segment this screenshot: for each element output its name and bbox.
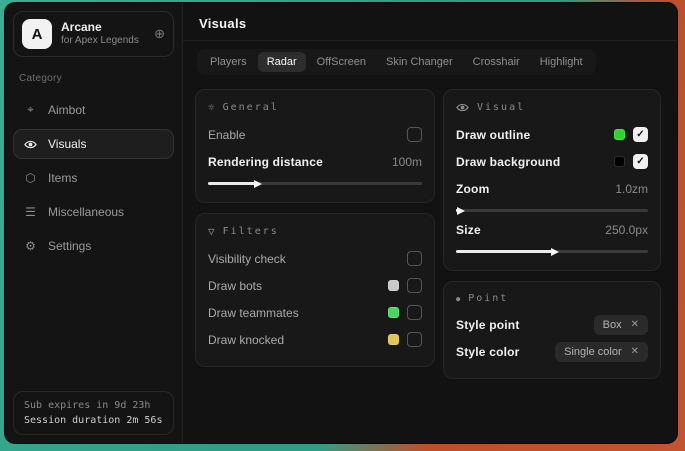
zoom-row: Zoom 1.0zm (456, 177, 648, 200)
size-slider[interactable] (456, 250, 648, 253)
general-icon: ☼ (208, 101, 215, 114)
sliders-icon: ☰ (23, 205, 38, 219)
draw-bots-row: Draw bots (208, 274, 422, 297)
rendering-distance-value: 100m (392, 155, 422, 169)
funnel-icon: ▽ (208, 225, 215, 238)
sidebar-item-label: Settings (48, 239, 91, 253)
point-icon: ● (456, 295, 460, 303)
slider-thumb[interactable] (254, 180, 262, 188)
draw-teammates-color-swatch[interactable] (388, 307, 399, 318)
tab-players[interactable]: Players (201, 52, 256, 72)
style-color-row: Style color Single color ✕ (456, 340, 648, 363)
style-point-label: Style point (456, 318, 520, 332)
visibility-check-checkbox[interactable] (407, 251, 422, 266)
tab-radar[interactable]: Radar (258, 52, 306, 72)
sidebar-item-visuals[interactable]: Visuals (13, 129, 174, 159)
zoom-label: Zoom (456, 182, 489, 196)
subscription-info-card: Sub expires in 9d 23h Session duration 2… (13, 391, 174, 435)
draw-knocked-row: Draw knocked (208, 328, 422, 351)
draw-teammates-row: Draw teammates (208, 301, 422, 324)
zoom-slider[interactable] (456, 209, 648, 212)
panel-title: Point (468, 293, 508, 304)
brand-card: A Arcane for Apex Legends ⊕ (13, 11, 174, 57)
style-point-row: Style point Box ✕ (456, 313, 648, 336)
draw-teammates-checkbox[interactable] (407, 305, 422, 320)
sidebar-item-label: Aimbot (48, 103, 85, 117)
draw-bots-color-swatch[interactable] (388, 280, 399, 291)
slider-thumb[interactable] (551, 248, 559, 256)
style-point-select[interactable]: Box ✕ (594, 315, 648, 335)
zoom-value: 1.0zm (615, 182, 648, 196)
rendering-distance-slider[interactable] (208, 182, 422, 185)
sidebar-item-label: Items (48, 171, 77, 185)
app-logo: A (22, 19, 52, 49)
category-label: Category (19, 73, 168, 84)
tab-skin-changer[interactable]: Skin Changer (377, 52, 462, 72)
panel-title: Visual (477, 102, 525, 113)
eye-icon (23, 138, 38, 151)
sidebar-item-miscellaneous[interactable]: ☰ Miscellaneous (13, 197, 174, 227)
draw-outline-color-swatch[interactable] (614, 129, 625, 140)
sidebar-item-items[interactable]: ⬡ Items (13, 163, 174, 193)
tab-highlight[interactable]: Highlight (531, 52, 592, 72)
target-icon[interactable]: ⊕ (154, 26, 165, 42)
app-window: A Arcane for Apex Legends ⊕ Category ⌖ A… (4, 2, 678, 444)
visual-panel: Visual Draw outline Draw background (443, 89, 661, 271)
crosshair-icon: ⌖ (23, 102, 38, 117)
page-title: Visuals (199, 16, 661, 31)
style-color-label: Style color (456, 345, 520, 359)
size-row: Size 250.0px (456, 218, 648, 241)
size-value: 250.0px (605, 223, 648, 237)
sidebar: A Arcane for Apex Legends ⊕ Category ⌖ A… (5, 3, 183, 443)
app-subtitle: for Apex Legends (61, 35, 145, 48)
panel-title: Filters (223, 226, 279, 237)
cube-icon: ⬡ (23, 171, 38, 185)
style-point-chip-value: Box (603, 319, 622, 331)
slider-thumb[interactable] (457, 207, 465, 215)
sidebar-item-aimbot[interactable]: ⌖ Aimbot (13, 94, 174, 125)
close-icon[interactable]: ✕ (631, 319, 639, 330)
eye-icon (456, 101, 469, 114)
sidebar-item-settings[interactable]: ⚙ Settings (13, 231, 174, 261)
draw-background-color-swatch[interactable] (614, 156, 625, 167)
main-area: Visuals Players Radar OffScreen Skin Cha… (183, 3, 677, 443)
sidebar-item-label: Visuals (48, 137, 86, 151)
rendering-distance-row: Rendering distance 100m (208, 150, 422, 173)
style-color-chip-value: Single color (564, 346, 621, 358)
point-panel: ● Point Style point Box ✕ Style color S (443, 281, 661, 379)
draw-knocked-color-swatch[interactable] (388, 334, 399, 345)
draw-background-checkbox[interactable] (633, 154, 648, 169)
panel-title: General (223, 102, 279, 113)
session-duration-text: Session duration 2m 56s (24, 415, 163, 426)
draw-outline-checkbox[interactable] (633, 127, 648, 142)
general-panel: ☼ General Enable Rendering distance 100m (195, 89, 435, 203)
tab-offscreen[interactable]: OffScreen (308, 52, 375, 72)
draw-knocked-checkbox[interactable] (407, 332, 422, 347)
main-header: Visuals (183, 3, 677, 41)
style-color-select[interactable]: Single color ✕ (555, 342, 648, 362)
enable-row: Enable (208, 123, 422, 146)
draw-background-row: Draw background (456, 150, 648, 173)
enable-checkbox[interactable] (407, 127, 422, 142)
sub-expires-text: Sub expires in 9d 23h (24, 400, 163, 411)
sidebar-item-label: Miscellaneous (48, 205, 124, 219)
visibility-check-row: Visibility check (208, 247, 422, 270)
app-name: Arcane (61, 20, 145, 35)
draw-outline-row: Draw outline (456, 123, 648, 146)
draw-bots-checkbox[interactable] (407, 278, 422, 293)
visuals-tab-bar: Players Radar OffScreen Skin Changer Cro… (197, 49, 596, 75)
enable-label: Enable (208, 128, 245, 142)
gear-icon: ⚙ (23, 239, 38, 253)
rendering-distance-label: Rendering distance (208, 155, 323, 169)
close-icon[interactable]: ✕ (631, 346, 639, 357)
tab-crosshair[interactable]: Crosshair (464, 52, 529, 72)
size-label: Size (456, 223, 481, 237)
filters-panel: ▽ Filters Visibility check Draw bots (195, 213, 435, 367)
